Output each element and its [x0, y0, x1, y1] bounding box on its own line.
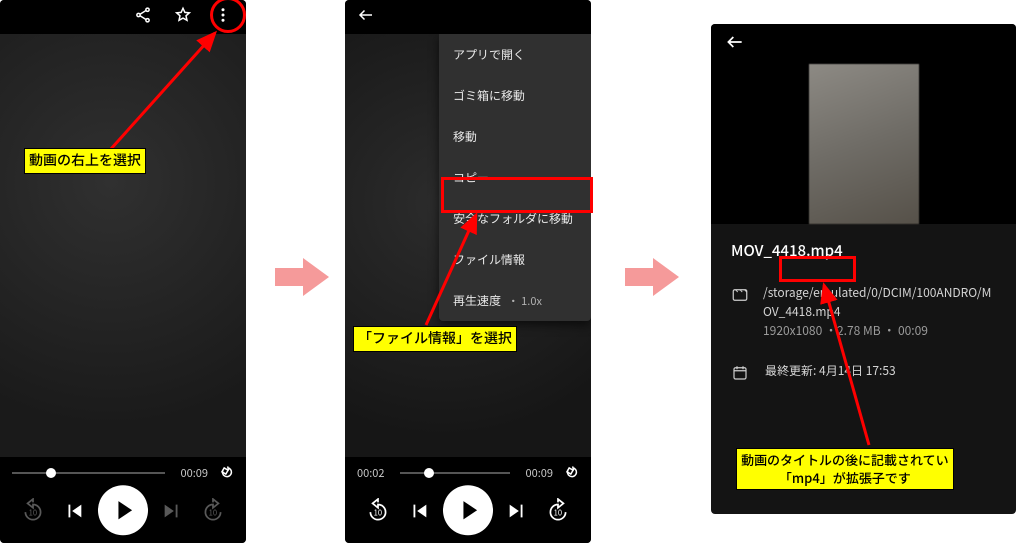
- file-updated-value: 4月14日 17:53: [819, 362, 896, 379]
- playback-buttons-2: 10 10: [357, 489, 579, 537]
- annotation-text-2: 「ファイル情報」を選択: [353, 326, 517, 352]
- time-left: 00:02: [357, 465, 392, 481]
- forward-10-icon[interactable]: 10: [200, 498, 226, 529]
- panel1-controls: 00:09 10 10: [0, 457, 246, 543]
- file-path: /storage/emulated/0/DCIM/100ANDRO/MOV_44…: [763, 283, 996, 321]
- panel-2-context-menu: アプリで開く ゴミ箱に移動 移動 コピー 安全なフォルダに移動 ファイル情報 再…: [345, 0, 591, 543]
- svg-text:10: 10: [208, 507, 216, 518]
- panel2-top-bar: [345, 0, 591, 34]
- context-menu: アプリで開く ゴミ箱に移動 移動 コピー 安全なフォルダに移動 ファイル情報 再…: [439, 34, 591, 321]
- rewind-10-icon-2[interactable]: 10: [365, 498, 391, 529]
- panel3-info: MOV_4418.mp4 /storage/emulated/0/DCIM/10…: [711, 224, 1016, 423]
- menu-open-with[interactable]: アプリで開く: [439, 34, 591, 75]
- time-right: 00:09: [518, 465, 553, 481]
- next-step-arrow-2: [625, 256, 681, 298]
- skip-prev-icon-2[interactable]: [408, 500, 430, 527]
- skip-next-icon-2[interactable]: [506, 500, 528, 527]
- back-icon-3[interactable]: [725, 32, 745, 57]
- file-metadata: 1920x1080 ・2.78 MB ・ 00:09: [763, 321, 996, 340]
- video-thumbnail: [809, 64, 919, 224]
- panel-1-video-player: 00:09 10 10: [0, 0, 246, 543]
- svg-text:10: 10: [29, 507, 37, 518]
- star-icon[interactable]: [174, 5, 192, 29]
- forward-10-icon-2[interactable]: 10: [545, 498, 571, 529]
- menu-playback-speed-label: 再生速度: [453, 292, 501, 309]
- panel2-controls: 00:02 00:09 10 10: [345, 457, 591, 543]
- skip-next-icon[interactable]: [161, 500, 183, 527]
- file-path-row: /storage/emulated/0/DCIM/100ANDRO/MOV_44…: [731, 283, 996, 341]
- menu-playback-speed-value: ・ 1.0x: [508, 293, 542, 309]
- film-icon: [731, 285, 749, 309]
- panel-3-file-info: MOV_4418.mp4 /storage/emulated/0/DCIM/10…: [711, 24, 1016, 514]
- annotation-text-3: 動画のタイトルの後に記載されてい 「mp4」が拡張子です: [736, 448, 954, 490]
- more-icon[interactable]: [214, 5, 232, 29]
- next-step-arrow-1: [275, 256, 331, 298]
- svg-text:10: 10: [553, 507, 561, 518]
- menu-move-safe[interactable]: 安全なフォルダに移動: [439, 198, 591, 239]
- annotation-text-1: 動画の右上を選択: [24, 148, 146, 174]
- share-icon[interactable]: [134, 5, 152, 29]
- play-button[interactable]: [96, 482, 151, 543]
- playback-buttons: 10 10: [12, 489, 234, 537]
- panel1-video-area[interactable]: [0, 34, 246, 457]
- file-name: MOV_4418.mp4: [731, 240, 996, 261]
- time-remaining: 00:09: [173, 465, 208, 481]
- skip-prev-icon[interactable]: [63, 500, 85, 527]
- menu-move-trash[interactable]: ゴミ箱に移動: [439, 75, 591, 116]
- panel2-video-area[interactable]: アプリで開く ゴミ箱に移動 移動 コピー 安全なフォルダに移動 ファイル情報 再…: [345, 34, 591, 457]
- file-updated-label: 最終更新:: [765, 362, 816, 379]
- menu-file-info[interactable]: ファイル情報: [439, 239, 591, 280]
- panel3-thumbnail: [711, 64, 1016, 224]
- menu-copy[interactable]: コピー: [439, 157, 591, 198]
- menu-move[interactable]: 移動: [439, 116, 591, 157]
- svg-text:10: 10: [374, 507, 382, 518]
- rewind-10-icon[interactable]: 10: [20, 498, 46, 529]
- rotate-icon[interactable]: [216, 461, 234, 485]
- menu-playback-speed[interactable]: 再生速度 ・ 1.0x: [439, 280, 591, 321]
- rotate-icon-2[interactable]: [561, 461, 579, 485]
- panel3-top-bar: [711, 24, 1016, 64]
- panel1-top-bar: [0, 0, 246, 34]
- file-updated-row: 最終更新: 4月14日 17:53: [731, 361, 996, 387]
- back-icon[interactable]: [357, 5, 375, 29]
- calendar-icon: [731, 363, 751, 387]
- play-button-2[interactable]: [441, 482, 496, 543]
